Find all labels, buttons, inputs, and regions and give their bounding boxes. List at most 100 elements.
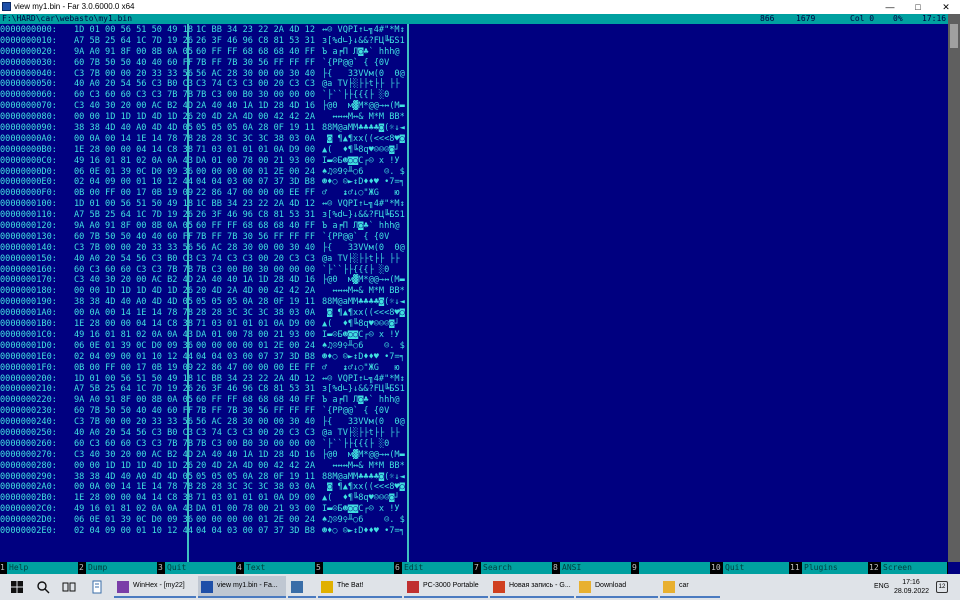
- hex-row: 0000000090: 38 38 4D 40 A0 4D 4D 05 05 05 …: [0, 123, 420, 134]
- row-bytes-left: 49 16 01 81 02 0A 0A 43: [74, 504, 193, 515]
- row-bytes-left: 60 7B 50 50 40 40 60 FF: [74, 57, 193, 68]
- row-bytes-left: 00 0A 00 14 1E 14 78 78: [74, 308, 193, 319]
- language-indicator[interactable]: ENG: [874, 583, 889, 590]
- taskbar-app[interactable]: car: [660, 576, 720, 598]
- fkey-8[interactable]: 8 ANSI: [553, 562, 632, 574]
- search-icon[interactable]: [36, 580, 50, 594]
- row-bytes-right: 7B C3 00 B0 30 00 00 00: [196, 264, 315, 275]
- hex-row: 0000000240: C3 7B 00 00 20 33 33 56 56 AC …: [0, 417, 420, 428]
- row-bytes-left: C3 7B 00 00 20 33 33 56: [74, 68, 193, 79]
- row-offset: 0000000210:: [0, 384, 57, 395]
- row-offset: 0000000110:: [0, 210, 57, 221]
- taskbar-app[interactable]: view my1.bin - Fa...: [198, 576, 286, 598]
- hex-row: 0000000040: C3 7B 00 00 20 33 33 56 56 AC …: [0, 69, 420, 80]
- vertical-scrollbar[interactable]: [948, 14, 960, 562]
- row-bytes-left: 60 7B 50 50 40 40 60 FF: [74, 406, 193, 417]
- fkey-11[interactable]: 11 Plugins: [790, 562, 869, 574]
- fkey-label: ANSI: [560, 562, 631, 574]
- fkey-number: 10: [711, 563, 721, 572]
- row-offset: 0000000130:: [0, 231, 57, 242]
- row-bytes-right: 22 86 47 00 00 00 EE FF: [196, 188, 315, 199]
- row-bytes-right: 28 28 3C 3C 3C 38 03 0A: [196, 308, 315, 319]
- document-icon[interactable]: [90, 580, 104, 594]
- hex-row: 00000000D0: 06 0E 01 39 0C D0 09 36 00 00 …: [0, 167, 420, 178]
- fkey-12[interactable]: 12 Screen: [869, 562, 948, 574]
- fkey-7[interactable]: 7 Search: [474, 562, 553, 574]
- row-bytes-right: DA 01 00 78 00 21 93 00: [196, 155, 315, 166]
- row-bytes-right: 28 28 3C 3C 3C 38 03 0A: [196, 133, 315, 144]
- taskbar-app[interactable]: The Bat!: [318, 576, 402, 598]
- row-offset: 0000000250:: [0, 427, 57, 438]
- fkey-3[interactable]: 3 Quit: [158, 562, 237, 574]
- running-indicator: [288, 596, 316, 598]
- row-bytes-left: 49 16 01 81 02 0A 0A 43: [74, 155, 193, 166]
- window-title-bar[interactable]: view my1.bin - Far 3.0.6000.0 x64 — □ ✕: [0, 0, 960, 14]
- row-offset: 00000001A0:: [0, 308, 57, 319]
- hex-row: 0000000080: 00 00 1D 1D 1D 4D 1D 26 20 4D …: [0, 112, 420, 123]
- hex-viewer[interactable]: 0000000000: 1D 01 00 56 51 50 49 18 1C BB …: [0, 24, 948, 562]
- row-bytes-right: 22 86 47 00 00 00 EE FF: [196, 362, 315, 373]
- row-bytes-right: 05 05 05 0A 28 0F 19 11: [196, 123, 315, 134]
- taskbar-app[interactable]: Download: [576, 576, 658, 598]
- windows-start-icon[interactable]: [10, 580, 24, 594]
- minimize-button[interactable]: —: [876, 0, 904, 14]
- row-offset: 0000000260:: [0, 438, 57, 449]
- row-offset: 0000000010:: [0, 35, 57, 46]
- row-bytes-left: 1E 28 00 00 04 14 C8 38: [74, 493, 193, 504]
- hex-row: 0000000170: C3 40 30 20 00 AC B2 4D 2A 40 …: [0, 275, 420, 286]
- hex-row: 0000000010: A7 5B 25 64 1C 7D 19 26 26 3F …: [0, 36, 420, 47]
- row-bytes-left: 60 7B 50 50 40 40 60 FF: [74, 231, 193, 242]
- close-button[interactable]: ✕: [932, 0, 960, 14]
- row-chars: I▬☺Б☻◙◙C┌☺ x !У: [322, 155, 405, 166]
- row-bytes-left: C3 7B 00 00 20 33 33 56: [74, 242, 193, 253]
- row-chars: @а TV├░├├t├├ ├├: [322, 253, 400, 264]
- row-bytes-right: 26 3F 46 96 C8 81 53 31: [196, 384, 315, 395]
- hex-row: 0000000160: 60 C3 60 60 C3 C3 7B 7B 7B C3 …: [0, 265, 420, 276]
- fkey-4[interactable]: 4 Text: [237, 562, 316, 574]
- windows-taskbar: WinHex - [my22] view my1.bin - Fa... The B…: [0, 574, 960, 600]
- row-bytes-right: 71 03 01 01 01 0A D9 00: [196, 493, 315, 504]
- maximize-button[interactable]: □: [904, 0, 932, 14]
- hex-row: 00000001B0: 1E 28 00 00 04 14 C8 38 71 03 …: [0, 319, 420, 330]
- row-bytes-left: 40 A0 20 54 56 C3 B0 C3: [74, 79, 193, 90]
- fkey-label: Text: [244, 562, 315, 574]
- row-bytes-right: 00 00 00 00 01 2E 00 24: [196, 515, 315, 526]
- row-bytes-right: 1C BB 34 23 22 2A 4D 12: [196, 373, 315, 384]
- taskbar-app[interactable]: WinHex - [my22]: [114, 576, 196, 598]
- row-offset: 00000002A0:: [0, 482, 57, 493]
- taskbar-app-label: view my1.bin - Fa...: [217, 582, 278, 589]
- fkey-9[interactable]: 9: [632, 562, 711, 574]
- row-chars: Ъ а╒П Л◙♣` hhh@: [322, 221, 405, 232]
- row-bytes-left: 9A A0 91 8F 00 8B 0A 05: [74, 46, 193, 57]
- taskbar-app[interactable]: PC-3000 Portable: [404, 576, 488, 598]
- hex-rows: 0000000000: 1D 01 00 56 51 50 49 18 1C BB …: [0, 25, 420, 537]
- fkey-5[interactable]: 5: [316, 562, 395, 574]
- hex-row: 00000000B0: 1E 28 00 00 04 14 C8 38 71 03 …: [0, 145, 420, 156]
- row-bytes-right: 2A 40 40 1A 1D 28 4D 16: [196, 449, 315, 460]
- notification-icon[interactable]: 12: [936, 581, 948, 593]
- row-bytes-right: 2A 40 40 1A 1D 28 4D 16: [196, 275, 315, 286]
- app-icon: [579, 581, 591, 593]
- row-bytes-left: 38 38 4D 40 A0 4D 4D 05: [74, 297, 193, 308]
- fkey-6[interactable]: 6 Edit: [395, 562, 474, 574]
- row-chars: `{PP@@` { {0V: [322, 406, 405, 417]
- row-bytes-left: 1D 01 00 56 51 50 49 18: [74, 373, 193, 384]
- fkey-number: 9: [632, 563, 637, 572]
- row-bytes-left: 06 0E 01 39 0C D0 09 36: [74, 166, 193, 177]
- scrollbar-thumb[interactable]: [950, 24, 958, 48]
- row-chars: ♂ ↨♂↓○"ЖG ю: [322, 188, 405, 199]
- hex-row: 00000001A0: 00 0A 00 14 1E 14 78 78 28 28 …: [0, 308, 420, 319]
- row-offset: 0000000170:: [0, 275, 57, 286]
- tray-clock[interactable]: 17:16 28.09.2022: [894, 578, 929, 596]
- task-view-icon[interactable]: [62, 580, 76, 594]
- row-chars: ↔↔↔M↔& M*M BB*: [322, 460, 405, 471]
- row-bytes-left: C3 40 30 20 00 AC B2 4D: [74, 275, 193, 286]
- row-chars: з[%d∟}↓&&?FЦ╚БS1: [322, 384, 405, 395]
- taskbar-app[interactable]: [288, 576, 316, 598]
- row-chars: з[%d∟}↓&&?FЦ╚БS1: [322, 35, 405, 46]
- taskbar-app[interactable]: Новая запись - G...: [490, 576, 574, 598]
- fkey-2[interactable]: 2 Dump: [79, 562, 158, 574]
- fkey-1[interactable]: 1 Help: [0, 562, 79, 574]
- row-offset: 0000000230:: [0, 406, 57, 417]
- fkey-10[interactable]: 10 Quit: [711, 562, 790, 574]
